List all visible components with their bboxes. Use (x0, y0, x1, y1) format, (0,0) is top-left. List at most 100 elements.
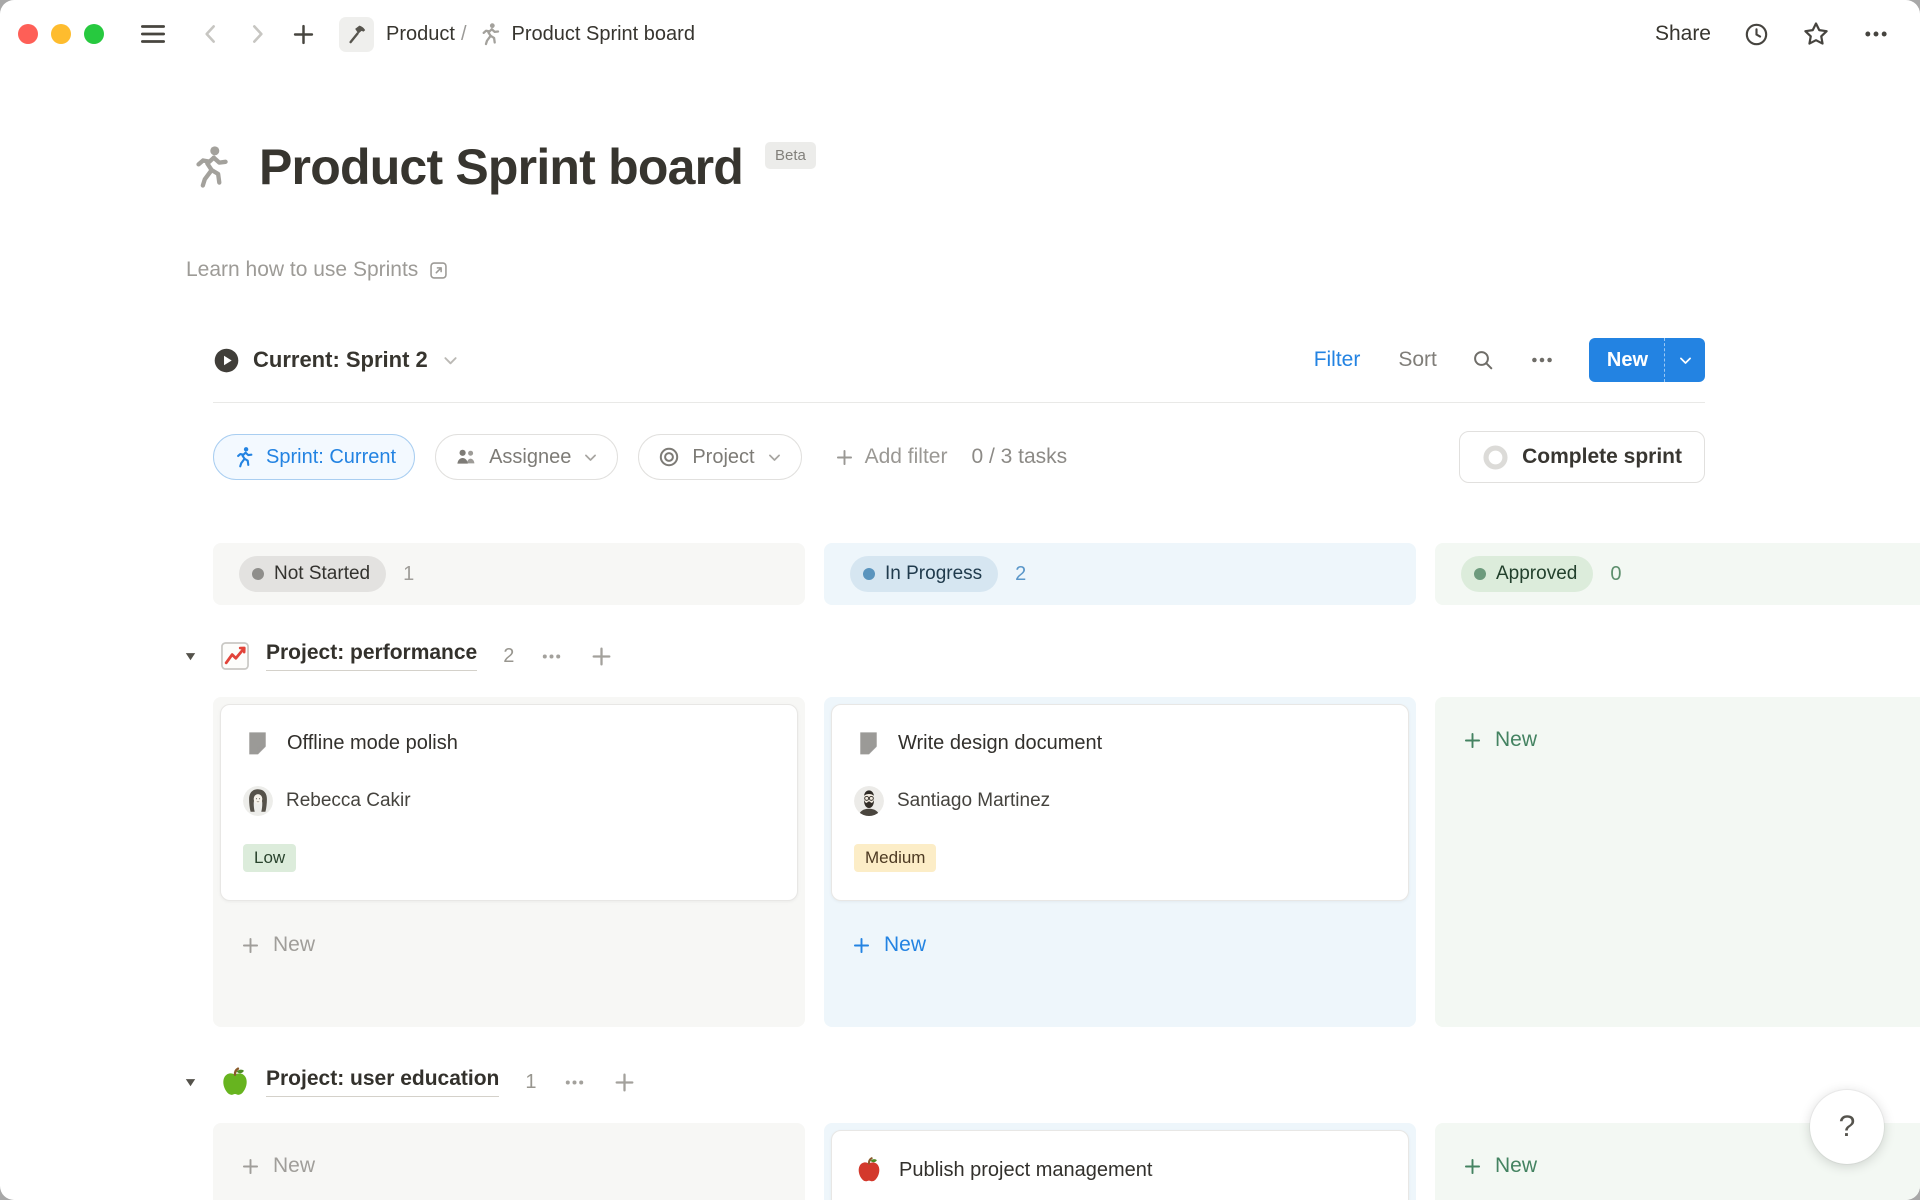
page-header: Product Sprint board Beta Learn how to u… (0, 68, 1920, 282)
card-publish-project-management[interactable]: Publish project management (831, 1130, 1409, 1200)
status-pill-not-started[interactable]: Not Started (239, 556, 386, 592)
sprint-filter-chip[interactable]: Sprint: Current (213, 434, 415, 480)
new-label: New (273, 933, 315, 957)
hammer-icon (339, 17, 374, 52)
group-more-icon[interactable] (540, 645, 563, 668)
green-apple-icon (218, 1065, 252, 1099)
red-apple-icon (854, 1155, 884, 1185)
new-card-button[interactable]: New (831, 933, 1409, 957)
window-titlebar: Product / Product Sprint board Share (0, 0, 1920, 68)
column-count: 0 (1610, 563, 1621, 586)
status-pill-approved[interactable]: Approved (1461, 556, 1593, 592)
avatar (243, 786, 273, 816)
group-performance-row: Offline mode polish Rebec (213, 697, 1920, 1027)
nav-forward-icon[interactable] (244, 21, 270, 47)
view-selector[interactable]: Current: Sprint 2 (213, 347, 460, 374)
cell-approved: New (1435, 697, 1920, 1027)
minimize-window-button[interactable] (51, 24, 71, 44)
zoom-window-button[interactable] (84, 24, 104, 44)
status-label: Approved (1496, 563, 1577, 585)
more-options-icon[interactable] (1862, 20, 1890, 48)
add-filter-label: Add filter (865, 445, 948, 469)
sort-button[interactable]: Sort (1398, 348, 1437, 372)
group-add-icon[interactable] (589, 644, 614, 669)
new-label: New (1495, 728, 1537, 752)
plus-icon (851, 935, 872, 956)
add-filter-button[interactable]: Add filter (834, 445, 948, 469)
complete-sprint-button[interactable]: Complete sprint (1459, 431, 1705, 483)
plus-icon (240, 1156, 261, 1177)
runner-icon (477, 22, 502, 47)
close-window-button[interactable] (18, 24, 38, 44)
clock-icon[interactable] (1743, 21, 1770, 48)
sprint-chip-label: Sprint: Current (266, 446, 396, 469)
help-button[interactable]: ? (1810, 1090, 1884, 1164)
titlebar-actions: Share (1655, 20, 1890, 48)
chart-increasing-icon (218, 639, 252, 673)
new-card-button[interactable]: New (1442, 728, 1920, 752)
project-filter-chip[interactable]: Project (638, 434, 801, 480)
people-icon (454, 445, 478, 469)
search-icon[interactable] (1471, 348, 1495, 372)
card-offline-mode-polish[interactable]: Offline mode polish Rebec (220, 704, 798, 901)
new-button-dropdown[interactable] (1665, 338, 1705, 382)
breadcrumb-root[interactable]: Product (386, 23, 455, 46)
notion-window: Product / Product Sprint board Share Pro… (0, 0, 1920, 1200)
column-count: 1 (403, 563, 414, 586)
progress-ring-icon (1482, 444, 1509, 471)
status-pill-in-progress[interactable]: In Progress (850, 556, 998, 592)
breadcrumb-current[interactable]: Product Sprint board (512, 23, 695, 46)
group-count: 2 (503, 645, 514, 668)
view-selector-label: Current: Sprint 2 (253, 347, 428, 373)
view-options-icon[interactable] (1529, 347, 1555, 373)
group-header-performance: Project: performance 2 (183, 629, 1920, 683)
share-button[interactable]: Share (1655, 22, 1711, 46)
star-icon[interactable] (1802, 20, 1830, 48)
new-page-icon[interactable] (290, 21, 317, 48)
sprint-board: Not Started 1 In Progress 2 Approved 0 (213, 543, 1920, 1200)
group-add-icon[interactable] (612, 1070, 637, 1095)
project-chip-label: Project (692, 446, 754, 469)
complete-sprint-label: Complete sprint (1522, 445, 1682, 469)
collapse-triangle-icon[interactable] (183, 1075, 198, 1090)
new-label: New (273, 1154, 315, 1178)
card-title: Publish project management (899, 1159, 1152, 1182)
group-more-icon[interactable] (563, 1071, 586, 1094)
new-card-button[interactable]: New (220, 933, 798, 957)
learn-sprints-link[interactable]: Learn how to use Sprints (186, 258, 449, 282)
assignee-chip-label: Assignee (489, 446, 571, 469)
external-link-icon (428, 260, 449, 281)
plus-icon (1462, 1156, 1483, 1177)
plus-icon (1462, 730, 1483, 751)
board-column-headers: Not Started 1 In Progress 2 Approved 0 (213, 543, 1920, 605)
runner-icon[interactable] (186, 144, 233, 191)
target-icon (657, 445, 681, 469)
learn-link-label: Learn how to use Sprints (186, 258, 418, 282)
status-dot (1474, 568, 1486, 580)
view-toolbar: Current: Sprint 2 Filter Sort New (213, 338, 1705, 403)
document-icon (854, 729, 883, 758)
new-button-group: New (1589, 338, 1705, 382)
new-button[interactable]: New (1589, 338, 1664, 382)
filter-button[interactable]: Filter (1314, 348, 1361, 372)
new-card-button[interactable]: New (220, 1154, 798, 1178)
collapse-triangle-icon[interactable] (183, 649, 198, 664)
new-label: New (884, 933, 926, 957)
assignee-filter-chip[interactable]: Assignee (435, 434, 618, 480)
cell-in-progress: Publish project management (824, 1123, 1416, 1200)
cell-not-started: New (213, 1123, 805, 1200)
group-header-user-education: Project: user education 1 (183, 1055, 1920, 1109)
chevron-down-icon (582, 449, 599, 466)
cell-in-progress: Write design document (824, 697, 1416, 1027)
sidebar-menu-icon[interactable] (138, 19, 168, 49)
card-write-design-document[interactable]: Write design document (831, 704, 1409, 901)
group-title[interactable]: Project: performance (266, 641, 477, 671)
window-controls (18, 24, 104, 44)
group-title[interactable]: Project: user education (266, 1067, 499, 1097)
avatar (854, 786, 884, 816)
breadcrumb-separator: / (461, 23, 467, 46)
status-dot (863, 568, 875, 580)
document-icon (243, 729, 272, 758)
runner-icon (232, 446, 255, 469)
nav-back-icon[interactable] (198, 21, 224, 47)
